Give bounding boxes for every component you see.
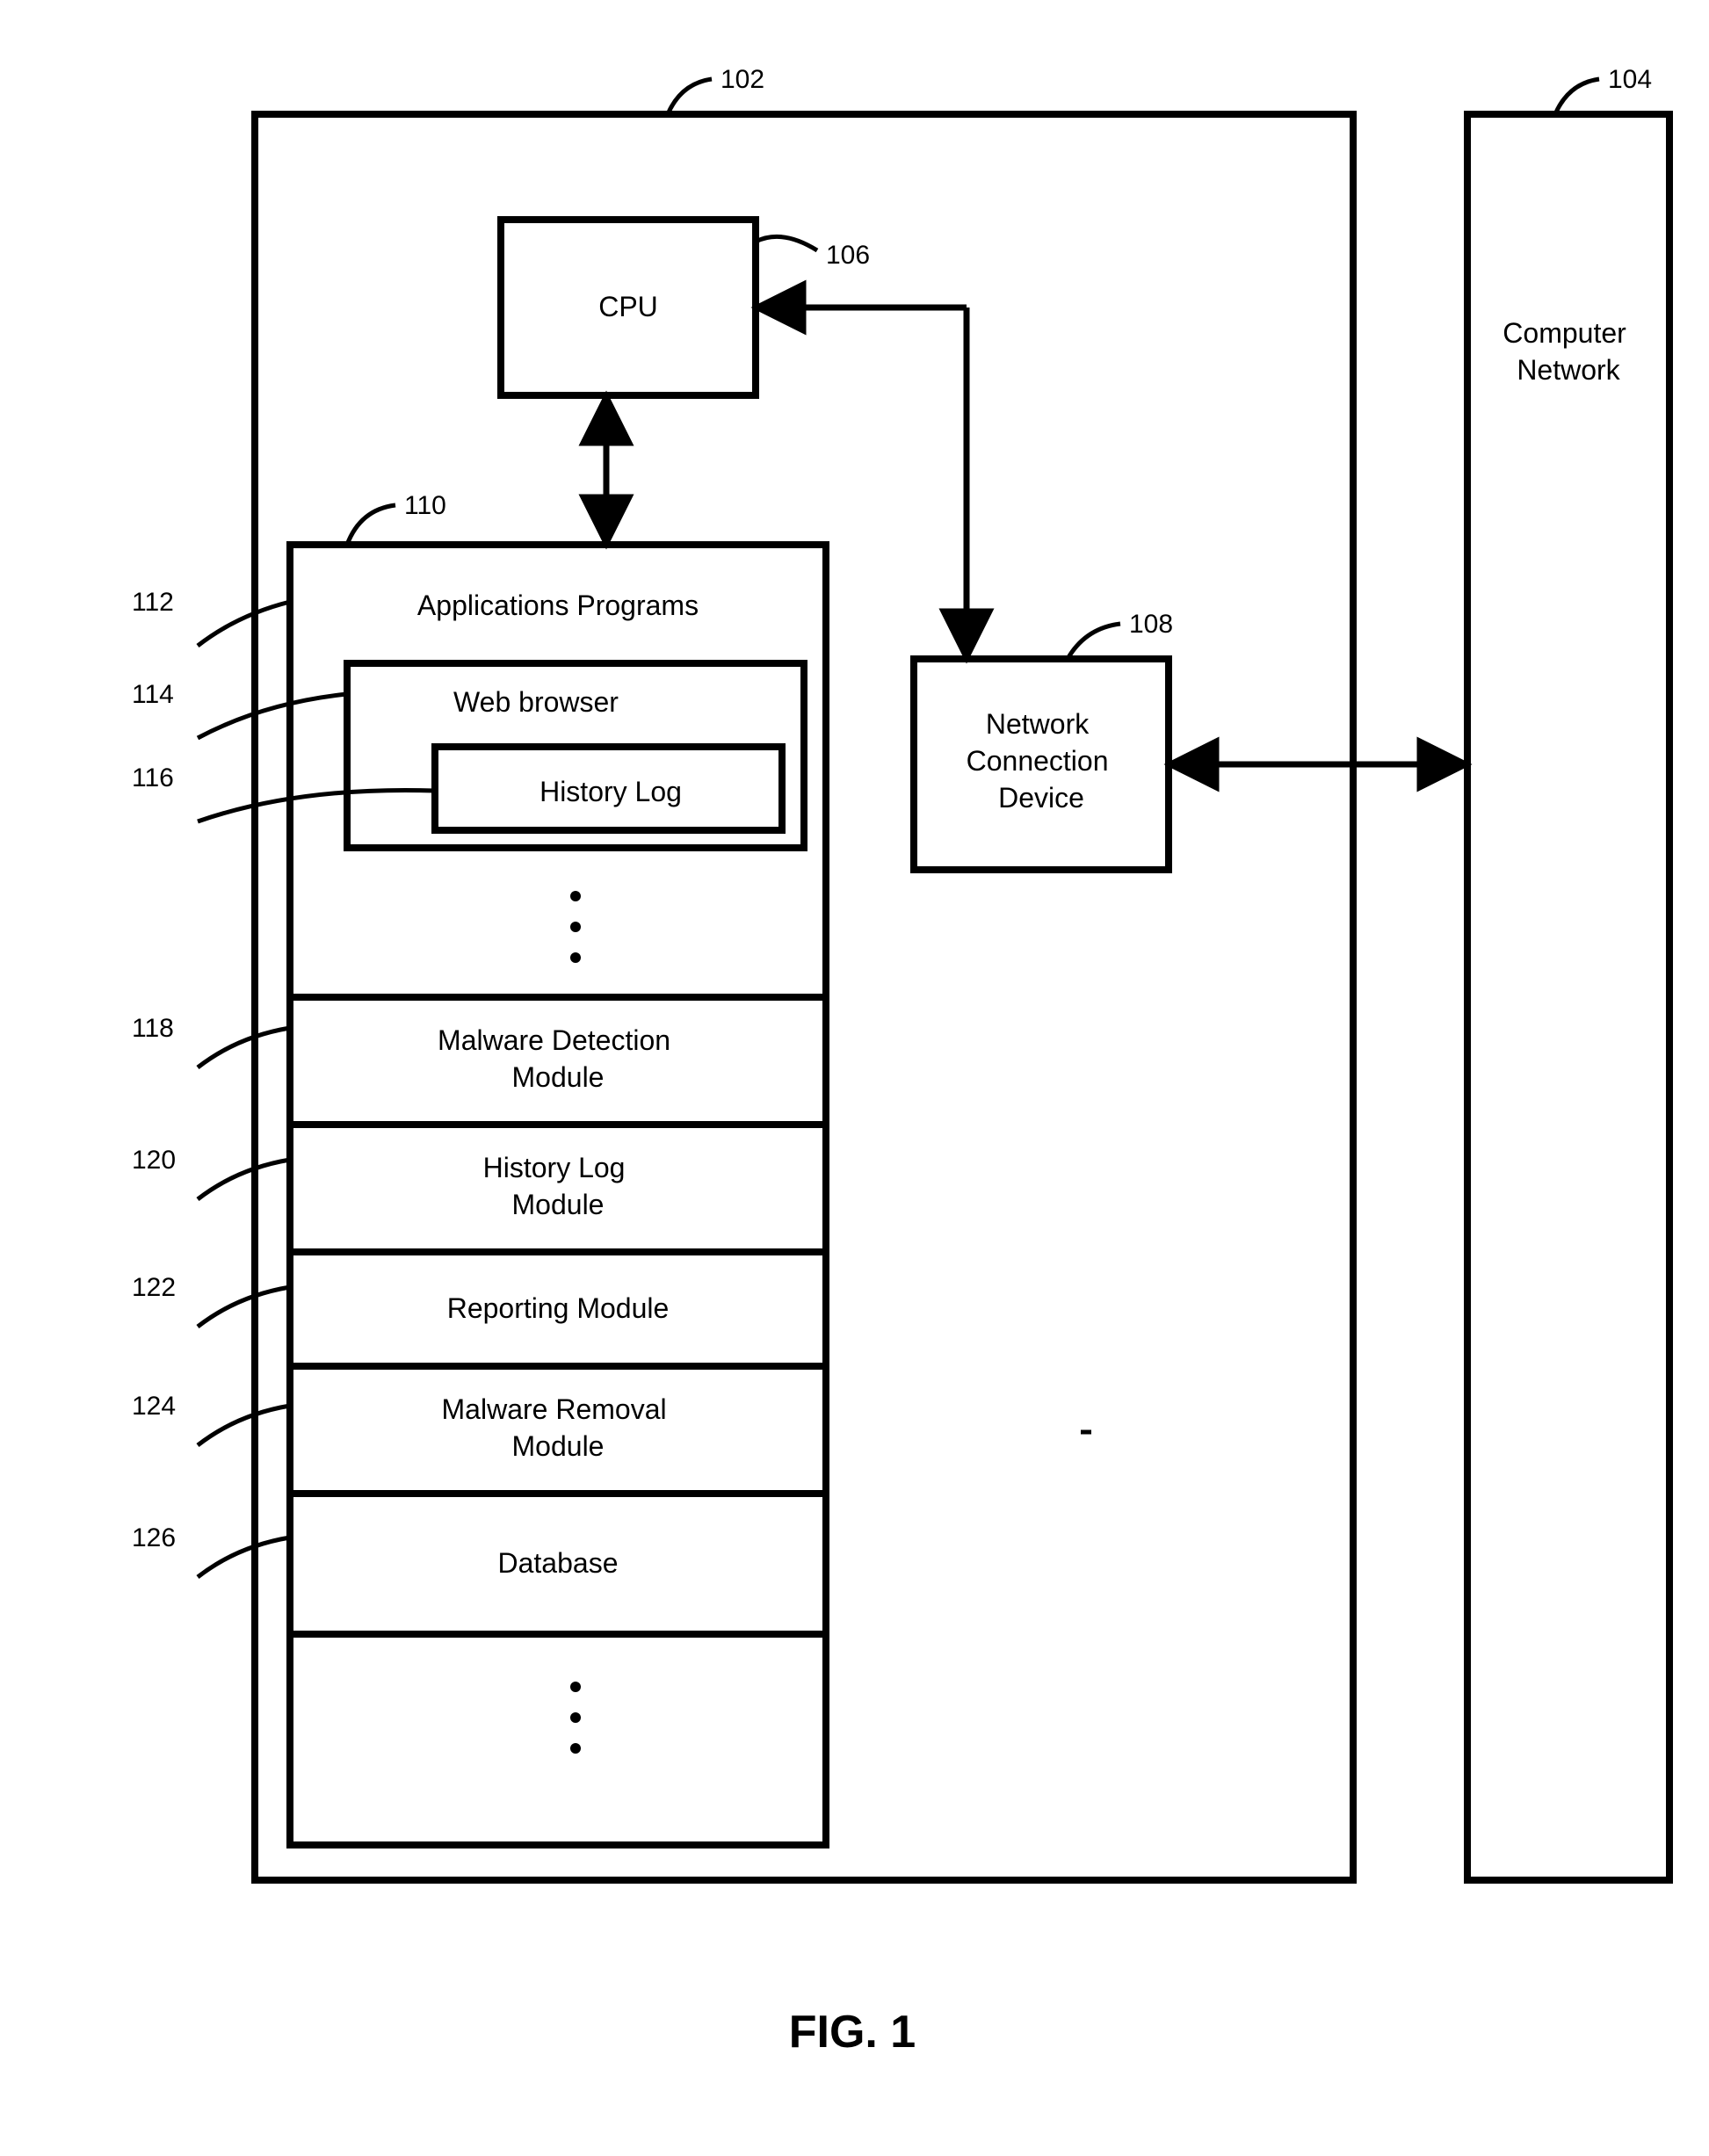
leader-126 <box>198 1537 290 1577</box>
computer-network-label-l1: Computer <box>1503 317 1626 349</box>
leader-114 <box>198 694 347 738</box>
malware-det-label-l1: Malware Detection <box>438 1024 670 1056</box>
leader-102 <box>668 79 712 114</box>
ncd-label-l2: Connection <box>967 745 1109 777</box>
dots-upper <box>570 891 581 901</box>
leader-110 <box>347 505 395 545</box>
ref-124: 124 <box>132 1392 176 1421</box>
svg-text:Network Connection Dev: Network Connection Device <box>967 708 1117 814</box>
reporting-label: Reporting Module <box>447 1292 670 1324</box>
figure-1-diagram: Computer Network CPU Network Connection … <box>0 0 1709 2156</box>
ref-106: 106 <box>826 241 870 270</box>
web-browser-label: Web browser <box>453 686 619 718</box>
dots-upper <box>570 952 581 963</box>
svg-text:Computer Network: Computer Network <box>1503 317 1633 386</box>
leader-116 <box>198 790 435 821</box>
dots-lower <box>570 1743 581 1754</box>
dots-lower <box>570 1682 581 1692</box>
leader-108 <box>1068 624 1120 659</box>
ncd-label-l3: Device <box>998 782 1084 814</box>
svg-text:Malware Removal Module: Malware Removal Module <box>442 1393 675 1462</box>
history-mod-label-l1: History Log <box>483 1152 626 1183</box>
dots-upper <box>570 922 581 932</box>
ref-104: 104 <box>1608 65 1652 94</box>
ref-112: 112 <box>132 588 174 617</box>
computer-network-label-l2: Network <box>1517 354 1620 386</box>
ref-108: 108 <box>1129 610 1173 639</box>
ref-118: 118 <box>132 1014 174 1043</box>
history-log-label: History Log <box>539 776 682 807</box>
leader-112 <box>198 602 290 646</box>
ref-122: 122 <box>132 1273 176 1302</box>
malware-det-label-l2: Module <box>512 1061 605 1093</box>
ncd-label-l1: Network <box>986 708 1090 740</box>
malware-rem-label-l2: Module <box>512 1430 605 1462</box>
apps-label: Applications Programs <box>417 590 699 621</box>
ref-120: 120 <box>132 1146 176 1175</box>
ref-114: 114 <box>132 680 174 709</box>
leader-118 <box>198 1028 290 1067</box>
leader-124 <box>198 1406 290 1445</box>
leader-104 <box>1555 79 1599 114</box>
database-label: Database <box>498 1547 619 1579</box>
leader-120 <box>198 1160 290 1199</box>
ref-102: 102 <box>721 65 764 94</box>
ref-126: 126 <box>132 1523 176 1552</box>
svg-text:Malware Detection Module: Malware Detection Module <box>438 1024 678 1093</box>
dots-lower <box>570 1712 581 1723</box>
cpu-label: CPU <box>598 291 658 322</box>
ref-116: 116 <box>132 763 174 792</box>
leader-106 <box>756 236 817 250</box>
svg-text:History Log Module: History Log Module <box>483 1152 634 1220</box>
figure-label: FIG. 1 <box>789 2007 916 2058</box>
malware-rem-label-l1: Malware Removal <box>442 1393 667 1425</box>
leader-122 <box>198 1287 290 1327</box>
history-mod-label-l2: Module <box>512 1189 605 1220</box>
ref-110: 110 <box>404 491 446 520</box>
